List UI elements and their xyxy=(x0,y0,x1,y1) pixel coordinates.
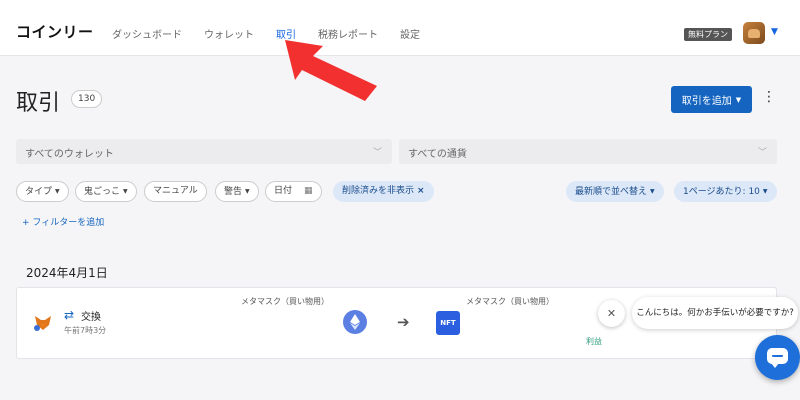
transaction-count-badge: 130 xyxy=(71,90,103,108)
filter-hide-deleted-label: 削除済みを非表示 xyxy=(342,186,415,196)
nav-transactions[interactable]: 取引 xyxy=(276,26,296,41)
ethereum-icon xyxy=(343,310,367,334)
redacted-area xyxy=(466,306,584,358)
chat-greeting[interactable]: こんにちは。何かお手伝いが必要ですか? xyxy=(632,297,798,329)
more-options-icon[interactable]: ⋮ xyxy=(762,90,776,104)
close-icon[interactable]: × xyxy=(417,186,425,196)
chat-close-button[interactable]: ✕ xyxy=(598,300,625,327)
nav-dashboard[interactable]: ダッシュボード xyxy=(112,26,182,41)
nav-tax-reports[interactable]: 税務レポート xyxy=(318,26,378,41)
filter-date-label: 日付 xyxy=(274,186,293,196)
filter-type[interactable]: タイプ ▼ xyxy=(16,181,69,202)
sort-select[interactable]: 最新順で並べ替え ▼ xyxy=(566,181,664,202)
chat-launcher-button[interactable] xyxy=(755,335,800,380)
per-page-select-label: 1ページあたり: 10 xyxy=(683,187,760,197)
add-filter-link[interactable]: + フィルターを追加 xyxy=(22,215,104,228)
caret-down-icon: ▼ xyxy=(762,188,768,195)
wallet-select-value: すべてのウォレット xyxy=(25,149,114,160)
sort-select-label: 最新順で並べ替え xyxy=(575,187,648,197)
filter-type-label: タイプ xyxy=(25,187,53,197)
wallet-select[interactable]: すべてのウォレット ﹀ xyxy=(16,139,392,164)
filter-manual[interactable]: マニュアル xyxy=(144,181,207,202)
chevron-down-icon: ﹀ xyxy=(757,148,767,158)
currency-select-value: すべての通貨 xyxy=(408,149,467,160)
from-wallet-label: メタマスク（買い物用） xyxy=(241,297,329,306)
per-page-select[interactable]: 1ページあたり: 10 ▼ xyxy=(674,181,777,202)
transaction-time: 午前7時3分 xyxy=(64,326,107,335)
add-transaction-label: 取引を追加 xyxy=(681,96,732,107)
plan-badge: 無料プラン xyxy=(684,28,732,41)
exchange-icon: ⇄ xyxy=(64,308,75,322)
filter-hide-deleted[interactable]: 削除済みを非表示 × xyxy=(333,181,434,202)
nft-icon: NFT xyxy=(436,311,460,335)
filter-date[interactable]: 日付 ▦ xyxy=(265,181,322,202)
profit-tag: 利益 xyxy=(586,337,602,346)
nav-wallets[interactable]: ウォレット xyxy=(204,26,254,41)
metamask-fox-icon xyxy=(34,316,51,331)
calendar-icon: ▦ xyxy=(304,186,313,196)
main-nav: ダッシュボード ウォレット 取引 税務レポート 設定 xyxy=(112,26,442,41)
filter-warning-label: 警告 xyxy=(224,187,243,197)
caret-down-icon: ▼ xyxy=(650,188,655,195)
nav-settings[interactable]: 設定 xyxy=(400,26,420,41)
chat-smile-icon xyxy=(772,354,783,357)
caret-down-icon: ▼ xyxy=(55,188,60,195)
filter-tag[interactable]: 鬼ごっこ ▼ xyxy=(75,181,137,202)
filter-manual-label: マニュアル xyxy=(153,186,198,196)
top-nav: コインリー ダッシュボード ウォレット 取引 税務レポート 設定 無料プラン ▼ xyxy=(0,0,800,56)
date-heading: 2024年4月1日 xyxy=(26,266,108,280)
caret-down-icon: ▼ xyxy=(735,95,742,104)
caret-down-icon: ▼ xyxy=(123,188,128,195)
caret-down-icon: ▼ xyxy=(245,188,250,195)
avatar[interactable] xyxy=(743,22,765,44)
filter-warning[interactable]: 警告 ▼ xyxy=(215,181,259,202)
transaction-type: 交換 xyxy=(81,312,101,323)
filter-tag-label: 鬼ごっこ xyxy=(84,187,121,197)
arrow-right-icon: ➔ xyxy=(397,313,410,331)
page-title: 取引 xyxy=(16,91,61,116)
chevron-down-icon: ﹀ xyxy=(372,148,382,158)
currency-select[interactable]: すべての通貨 ﹀ xyxy=(399,139,777,164)
add-transaction-button[interactable]: 取引を追加 ▼ xyxy=(671,86,752,113)
app-logo[interactable]: コインリー xyxy=(16,21,94,42)
chevron-down-icon[interactable]: ▼ xyxy=(771,27,778,37)
